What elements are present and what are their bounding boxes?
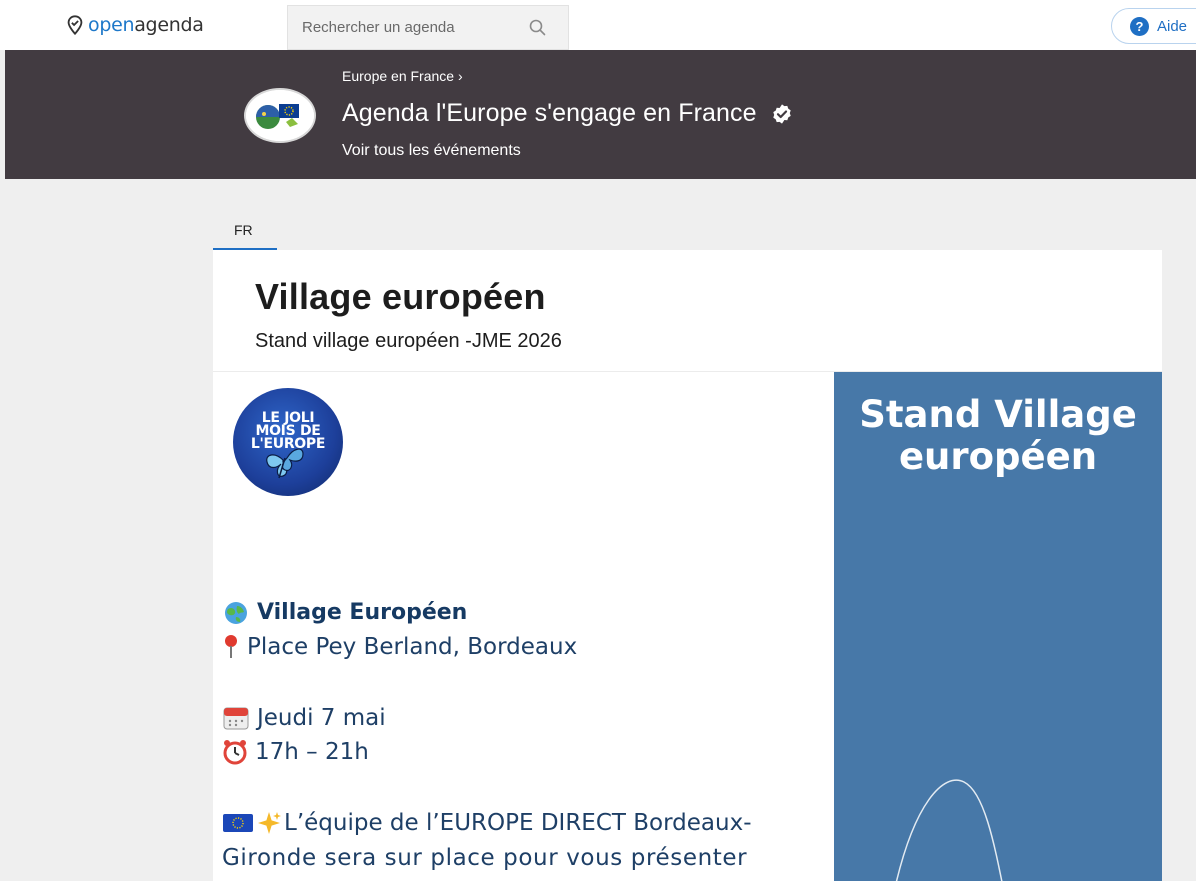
- agenda-title[interactable]: Agenda l'Europe s'engage en France: [342, 99, 793, 128]
- joli-mois-de-leurope-badge: LE JOLI MOIS DE L'EUROPE: [233, 388, 343, 496]
- butterfly-icon: [266, 448, 304, 479]
- poster-description-line-1: L’équipe de l’EUROPE DIRECT Bordeaux-: [222, 810, 752, 836]
- description-line-2-text: Gironde sera sur place pour vous présent…: [222, 845, 748, 871]
- event-subtitle: Stand village européen -JME 2026: [255, 330, 562, 352]
- round-pushpin-icon: [222, 634, 240, 660]
- day-text: Jeudi 7 mai: [257, 705, 386, 731]
- eu-flag-icon: [222, 812, 254, 834]
- description-line-1-text: L’équipe de l’EUROPE DIRECT Bordeaux-: [284, 810, 752, 836]
- agenda-avatar[interactable]: [244, 88, 316, 143]
- poster-side-title: Stand Village européen: [834, 394, 1162, 478]
- verified-badge-icon: [772, 103, 791, 124]
- poster-place: Place Pey Berland, Bordeaux: [222, 634, 577, 660]
- poster-side-title-line-2: européen: [898, 435, 1098, 478]
- search-input[interactable]: [302, 19, 502, 36]
- agenda-search-box: [287, 5, 569, 50]
- search-icon: [529, 19, 546, 36]
- place-text: Place Pey Berland, Bordeaux: [247, 634, 578, 660]
- help-question-icon: ?: [1130, 16, 1149, 36]
- help-button[interactable]: ? Aide: [1111, 8, 1196, 44]
- calendar-icon: [222, 705, 250, 731]
- search-button[interactable]: [527, 17, 549, 39]
- hours-text: 17h – 21h: [255, 739, 369, 765]
- see-all-events-link[interactable]: Voir tous les événements: [342, 142, 521, 160]
- poster-description-line-2: Gironde sera sur place pour vous présent…: [222, 845, 747, 871]
- event-card: Village européen Stand village européen …: [213, 250, 1162, 881]
- tab-language-fr[interactable]: FR: [213, 220, 277, 250]
- globe-icon: [222, 601, 250, 625]
- village-name-text: Village Européen: [257, 600, 468, 625]
- poster-side-title-line-1: Stand Village: [859, 393, 1137, 436]
- decorative-curve: [895, 779, 1003, 881]
- agenda-title-text: Agenda l'Europe s'engage en France: [342, 99, 757, 127]
- poster-village-name: Village Européen: [222, 600, 467, 625]
- logo-wordmark: openagenda: [88, 14, 204, 36]
- event-poster-image[interactable]: LE JOLI MOIS DE L'EUROPE Village Europée…: [213, 372, 1162, 881]
- help-label: Aide: [1157, 17, 1188, 35]
- poster-day: Jeudi 7 mai: [222, 705, 386, 731]
- poster-hours: 17h – 21h: [222, 739, 369, 765]
- agenda-logo-image: [246, 90, 314, 141]
- alarm-clock-icon: [222, 739, 248, 765]
- poster-side-panel: Stand Village européen: [834, 372, 1162, 881]
- breadcrumb-link[interactable]: Europe en France ›: [342, 68, 463, 84]
- event-title: Village européen: [255, 276, 546, 317]
- top-navigation-bar: openagenda ? Aide: [0, 0, 1196, 50]
- agenda-header: Europe en France › Agenda l'Europe s'eng…: [5, 50, 1196, 179]
- sparkles-icon: [256, 810, 282, 836]
- openagenda-logo[interactable]: openagenda: [64, 12, 204, 38]
- location-pin-logo-icon: [67, 15, 83, 36]
